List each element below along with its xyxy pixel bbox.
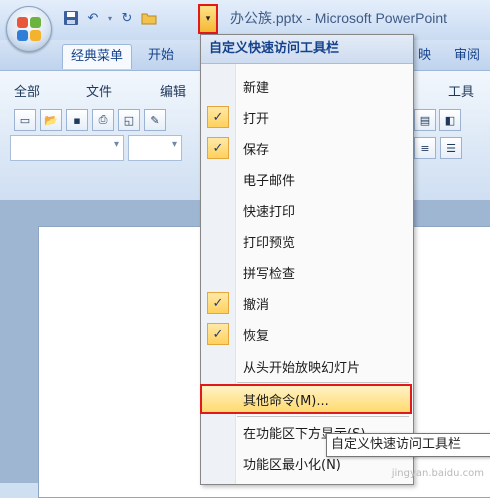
tab-home[interactable]: 开始 — [140, 44, 182, 68]
justify-icon[interactable]: ☰ — [440, 137, 462, 159]
office-logo-icon — [17, 17, 41, 41]
format-icon[interactable]: ◧ — [439, 109, 461, 131]
menu-item-label: 恢复 — [243, 329, 270, 344]
menu-item-redo[interactable]: ✓ 恢复 — [201, 321, 411, 347]
menu-edit[interactable]: 编辑 — [160, 81, 186, 100]
font-name-combo[interactable] — [10, 135, 124, 161]
menu-item-spell-check[interactable]: 拼写检查 — [201, 259, 411, 285]
menu-item-new[interactable]: 新建 — [201, 73, 411, 99]
spell-icon[interactable]: ✎ — [144, 109, 166, 131]
menu-item-label: 从头开始放映幻灯片 — [243, 361, 361, 376]
menu-all[interactable]: 全部 — [14, 81, 40, 100]
qat-customize-menu: 自定义快速访问工具栏 新建 ✓ 打开 ✓ 保存 电子邮件 快速打印 打印预览 拼… — [200, 34, 414, 485]
menu-item-print-preview[interactable]: 打印预览 — [201, 228, 411, 254]
menu-item-quick-print[interactable]: 快速打印 — [201, 197, 411, 223]
check-icon: ✓ — [207, 292, 229, 314]
undo-dropdown-arrow-icon[interactable]: ▾ — [106, 9, 114, 27]
paste-icon[interactable]: ▤ — [414, 109, 436, 131]
menu-item-open[interactable]: ✓ 打开 — [201, 104, 411, 130]
menu-item-label: 电子邮件 — [243, 174, 296, 189]
save-icon[interactable] — [62, 9, 80, 27]
save-icon[interactable]: ▪ — [66, 109, 88, 131]
menu-item-label: 撤消 — [243, 298, 270, 313]
menu-item-label: 打印预览 — [243, 236, 296, 251]
tab-review[interactable]: 审阅 — [446, 44, 488, 68]
menu-file[interactable]: 文件 — [86, 81, 112, 100]
tooltip: 自定义快速访问工具栏 — [326, 433, 490, 457]
align-right-icon[interactable]: ≡ — [414, 137, 436, 159]
open-icon[interactable] — [140, 9, 158, 27]
watermark: jingyan.baidu.com — [391, 468, 484, 479]
classic-toolbar: ▭ 📂 ▪ ⎙ ◱ ✎ — [14, 109, 166, 131]
menu-separator — [237, 382, 409, 383]
right-toolbar: ▤ ◧ — [414, 109, 461, 131]
check-icon: ✓ — [207, 323, 229, 345]
check-icon: ✓ — [207, 106, 229, 128]
align-toolbar: ≡ ☰ — [414, 137, 462, 159]
font-size-combo[interactable] — [128, 135, 182, 161]
menu-item-save[interactable]: ✓ 保存 — [201, 135, 411, 161]
menu-item-label: 拼写检查 — [243, 267, 296, 282]
office-button[interactable] — [6, 6, 52, 52]
menu-tools[interactable]: 工具 — [448, 81, 474, 100]
print-icon[interactable]: ⎙ — [92, 109, 114, 131]
redo-icon[interactable]: ↻ — [118, 9, 136, 27]
qat-dropdown-arrow[interactable]: ▾ — [198, 4, 218, 34]
new-icon[interactable]: ▭ — [14, 109, 36, 131]
check-icon: ✓ — [207, 137, 229, 159]
menu-item-start-slideshow[interactable]: 从头开始放映幻灯片 — [201, 353, 411, 379]
menu-item-label: 快速打印 — [243, 205, 296, 220]
tab-classic-menu[interactable]: 经典菜单 — [62, 44, 133, 69]
menu-title: 自定义快速访问工具栏 — [201, 35, 413, 64]
preview-icon[interactable]: ◱ — [118, 109, 140, 131]
window-title: 办公族.pptx - Microsoft PowerPoint — [230, 10, 448, 26]
menu-item-email[interactable]: 电子邮件 — [201, 166, 411, 192]
undo-icon[interactable]: ↶ — [84, 9, 102, 27]
menu-item-label: 打开 — [243, 112, 270, 127]
menu-item-label: 新建 — [243, 81, 270, 96]
menu-item-label: 保存 — [243, 143, 270, 158]
menu-item-label: 其他命令(M)... — [243, 394, 329, 409]
menu-item-more-commands[interactable]: 其他命令(M)... — [200, 384, 412, 414]
menu-item-undo[interactable]: ✓ 撤消 — [201, 290, 411, 316]
quick-access-toolbar: ↶ ▾ ↻ — [62, 6, 158, 30]
menu-separator — [237, 416, 409, 417]
tab-slideshow[interactable]: 映 — [410, 44, 439, 68]
open-icon[interactable]: 📂 — [40, 109, 62, 131]
